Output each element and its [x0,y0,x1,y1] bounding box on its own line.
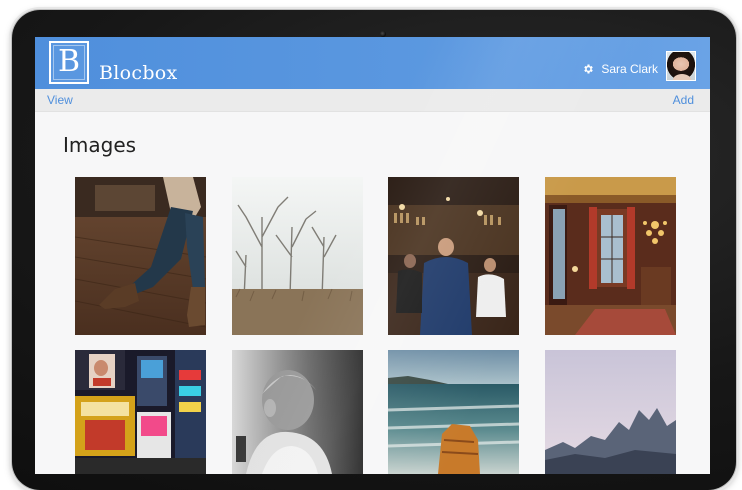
page-title: Images [63,133,137,157]
image-tile-walking-legs[interactable] [75,177,206,335]
avatar[interactable] [666,51,696,81]
view-link[interactable]: View [47,93,73,107]
image-tile-ornate-room[interactable] [545,177,676,335]
image-tile-bar-scene[interactable] [388,177,519,335]
user-name[interactable]: Sara Clark [601,62,658,76]
times-square-image [75,350,206,474]
app-logo[interactable]: B [49,41,89,84]
image-tile-misty-trees[interactable] [232,177,363,335]
image-tile-times-square[interactable] [75,350,206,474]
logo-letter: B [57,44,81,79]
child-bw-image [232,350,363,474]
brand-name[interactable]: Blocbox [99,62,178,84]
image-tile-mountain-peaks[interactable] [545,350,676,474]
user-menu[interactable]: Sara Clark [582,49,696,81]
top-header: B Blocbox Sara Clark [35,37,710,89]
bar-scene-image [388,177,519,335]
ocean-rock-image [388,350,519,474]
app-screen: B Blocbox Sara Clark View Add Images [35,37,710,474]
image-tile-child-bw[interactable] [232,350,363,474]
ornate-room-image [545,177,676,335]
action-bar: View Add [35,89,710,112]
walking-legs-image [75,177,206,335]
mountain-peaks-image [545,350,676,474]
image-tile-ocean-rock[interactable] [388,350,519,474]
gear-icon[interactable] [582,63,594,75]
add-link[interactable]: Add [673,93,694,107]
misty-trees-image [232,177,363,335]
